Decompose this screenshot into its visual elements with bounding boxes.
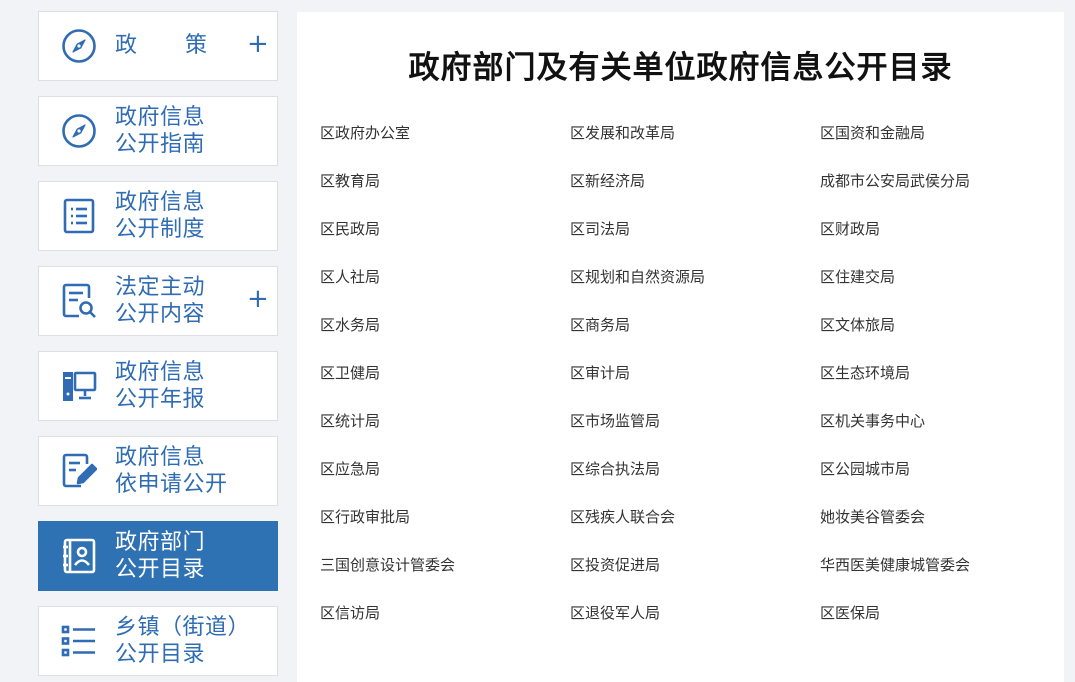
department-link[interactable]: 区公园城市局 bbox=[820, 457, 1070, 505]
department-link[interactable]: 区市场监管局 bbox=[570, 409, 820, 457]
contact-book-icon bbox=[61, 538, 97, 574]
document-search-icon bbox=[61, 283, 97, 319]
department-link[interactable]: 区新经济局 bbox=[570, 169, 820, 217]
sidebar-item-label: 乡镇（街道） 公开目录 bbox=[115, 615, 251, 667]
compass-icon bbox=[61, 28, 97, 64]
main-panel: 政府部门及有关单位政府信息公开目录 区政府办公室 区发展和改革局 区国资和金融局 区教… bbox=[297, 12, 1064, 682]
department-link[interactable]: 区应急局 bbox=[320, 457, 570, 505]
sidebar-item-annual-report[interactable]: 政府信息 公开年报 bbox=[38, 351, 278, 421]
department-link[interactable]: 区发展和改革局 bbox=[570, 121, 820, 169]
department-link[interactable]: 区教育局 bbox=[320, 169, 570, 217]
department-link[interactable]: 区行政审批局 bbox=[320, 505, 570, 553]
sidebar-item-township-directory[interactable]: 乡镇（街道） 公开目录 bbox=[38, 606, 278, 676]
department-link[interactable]: 区残疾人联合会 bbox=[570, 505, 820, 553]
department-link[interactable]: 区退役军人局 bbox=[570, 601, 820, 649]
expand-icon[interactable]: + bbox=[247, 286, 269, 312]
department-link[interactable]: 区文体旅局 bbox=[820, 313, 1070, 361]
department-link[interactable]: 区统计局 bbox=[320, 409, 570, 457]
expand-icon[interactable]: + bbox=[247, 31, 269, 57]
department-link[interactable]: 成都市公安局武侯分局 bbox=[820, 169, 1070, 217]
department-link[interactable]: 区信访局 bbox=[320, 601, 570, 649]
list-icon bbox=[61, 623, 97, 659]
department-link[interactable]: 区财政局 bbox=[820, 217, 1070, 265]
department-link[interactable]: 华西医美健康城管委会 bbox=[820, 553, 1070, 601]
department-link[interactable]: 区司法局 bbox=[570, 217, 820, 265]
department-link[interactable]: 区水务局 bbox=[320, 313, 570, 361]
department-link[interactable]: 区机关事务中心 bbox=[820, 409, 1070, 457]
compass-icon bbox=[61, 113, 97, 149]
department-link[interactable]: 三国创意设计管委会 bbox=[320, 553, 570, 601]
sidebar-item-label: 法定主动 公开内容 bbox=[115, 275, 206, 327]
department-link[interactable]: 区人社局 bbox=[320, 265, 570, 313]
department-link[interactable]: 区综合执法局 bbox=[570, 457, 820, 505]
computer-icon bbox=[61, 368, 97, 404]
department-link[interactable]: 区商务局 bbox=[570, 313, 820, 361]
sidebar-item-label: 政府信息 依申请公开 bbox=[115, 445, 228, 497]
sidebar-item-disclosure-system[interactable]: 政府信息 公开制度 bbox=[38, 181, 278, 251]
page-title: 政府部门及有关单位政府信息公开目录 bbox=[408, 50, 953, 86]
sidebar-item-department-directory[interactable]: 政府部门 公开目录 bbox=[38, 521, 278, 591]
department-link[interactable]: 区投资促进局 bbox=[570, 553, 820, 601]
department-link[interactable]: 区政府办公室 bbox=[320, 121, 570, 169]
document-list-icon bbox=[61, 198, 97, 234]
department-link[interactable]: 区生态环境局 bbox=[820, 361, 1070, 409]
sidebar-item-apply-disclosure[interactable]: 政府信息 依申请公开 bbox=[38, 436, 278, 506]
department-directory: 区政府办公室 区发展和改革局 区国资和金融局 区教育局 区新经济局 成都市公安局武侯分局区… bbox=[320, 121, 1070, 649]
sidebar-item-label: 政府信息 公开年报 bbox=[115, 360, 206, 412]
edit-document-icon bbox=[61, 453, 97, 489]
sidebar-item-label: 政策 bbox=[115, 33, 207, 58]
department-link[interactable]: 区审计局 bbox=[570, 361, 820, 409]
department-link[interactable]: 区规划和自然资源局 bbox=[570, 265, 820, 313]
sidebar-item-label: 政府信息 公开制度 bbox=[115, 190, 206, 242]
department-link[interactable]: 区医保局 bbox=[820, 601, 1070, 649]
sidebar-item-policy[interactable]: 政策 + bbox=[38, 11, 278, 81]
department-link[interactable]: 区卫健局 bbox=[320, 361, 570, 409]
department-link[interactable]: 区民政局 bbox=[320, 217, 570, 265]
department-link[interactable]: 区住建交局 bbox=[820, 265, 1070, 313]
sidebar-item-label: 政府信息 公开指南 bbox=[115, 105, 206, 157]
sidebar-item-statutory-content[interactable]: 法定主动 公开内容 + bbox=[38, 266, 278, 336]
sidebar-item-label: 政府部门 公开目录 bbox=[115, 530, 206, 582]
department-link[interactable]: 区国资和金融局 bbox=[820, 121, 1070, 169]
sidebar-item-disclosure-guide[interactable]: 政府信息 公开指南 bbox=[38, 96, 278, 166]
department-link[interactable]: 她妆美谷管委会 bbox=[820, 505, 1070, 553]
